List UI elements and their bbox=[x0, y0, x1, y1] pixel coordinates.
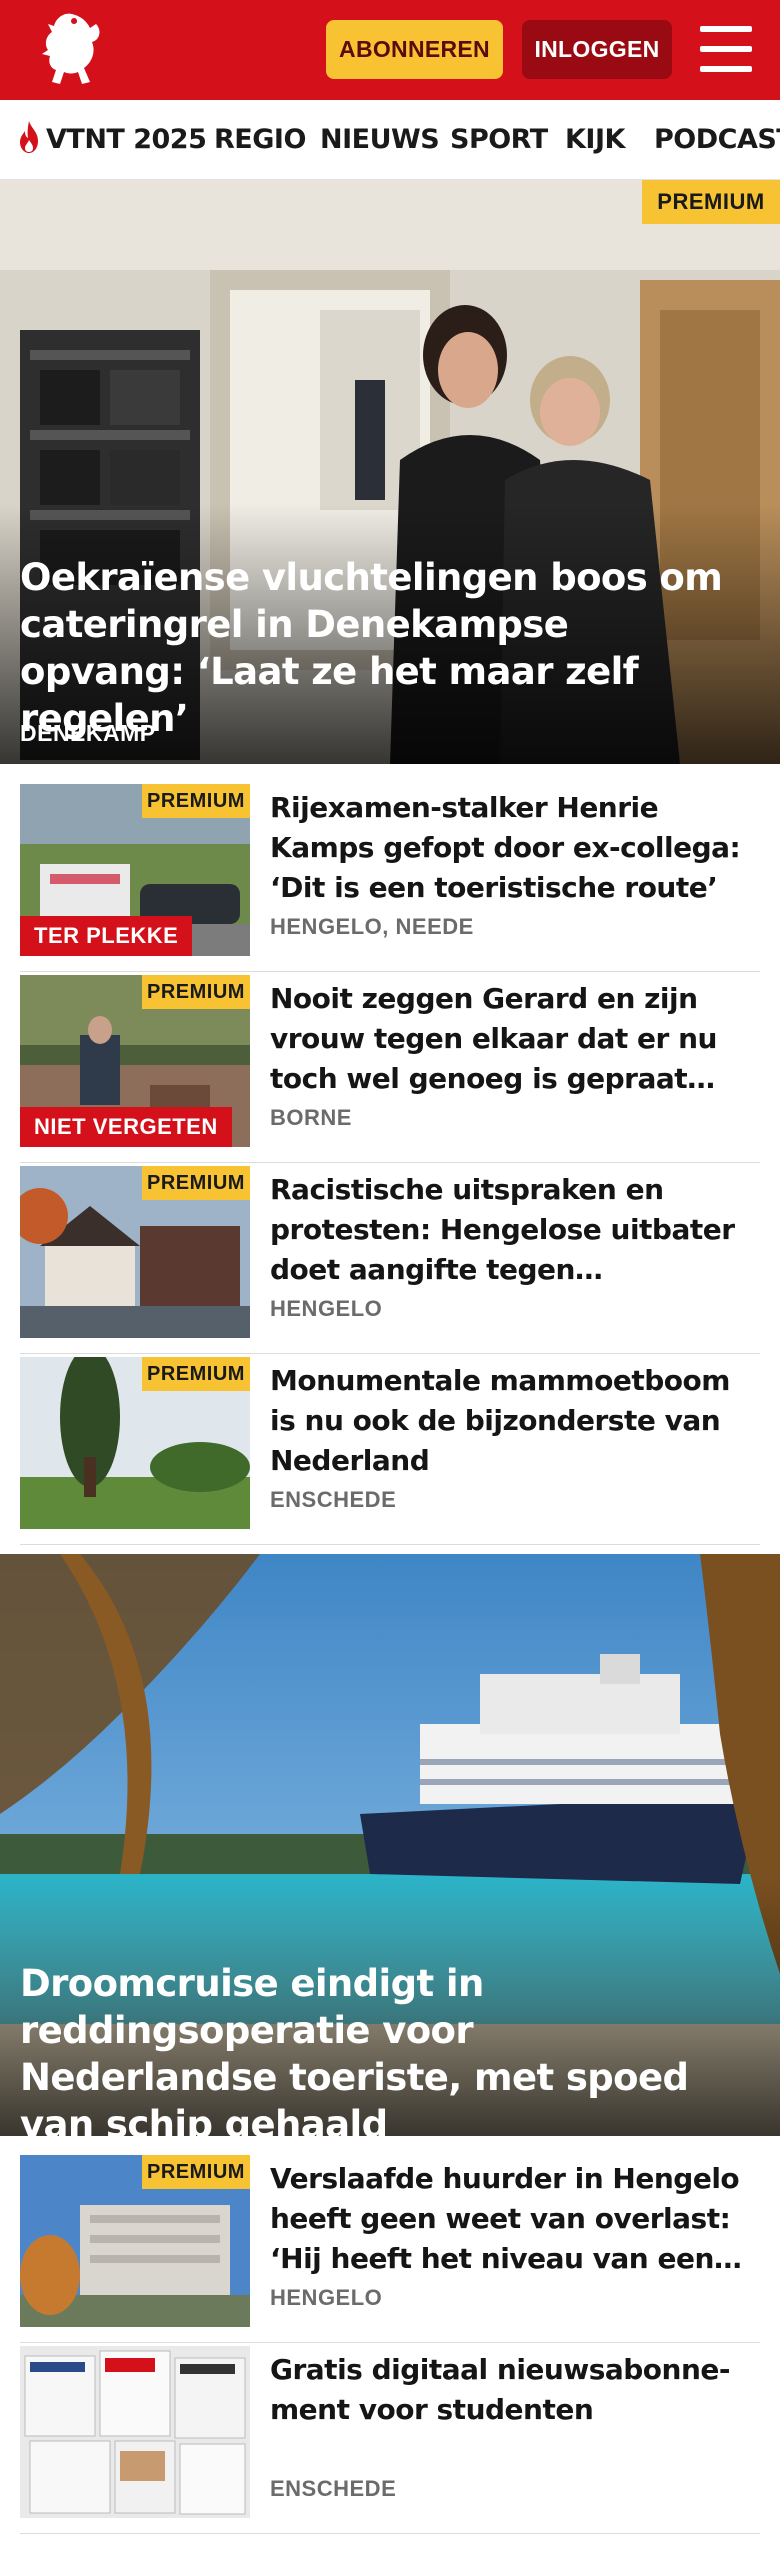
list-item[interactable]: PREMIUM Racistische uitspraken en protes… bbox=[20, 1166, 760, 1354]
article-title[interactable]: Verslaafde huurder in Hengelo heeft geen… bbox=[270, 2159, 755, 2279]
hero-location: DENEKAMP bbox=[20, 720, 156, 746]
list-item[interactable]: PREMIUM NIET VERGETEN Nooit zeggen Gerar… bbox=[20, 975, 760, 1163]
top-bar: ABONNEREN INLOGGEN bbox=[0, 0, 780, 100]
article-location: HENGELO bbox=[270, 2285, 383, 2310]
nav-item-podcast[interactable]: PODCAST bbox=[654, 120, 780, 160]
article-title[interactable]: Racistische uitspraken en protesten: Hen… bbox=[270, 1170, 755, 1290]
login-button[interactable]: INLOGGEN bbox=[522, 20, 672, 79]
article-location: HENGELO bbox=[270, 1296, 383, 1321]
article-thumbnail: PREMIUM bbox=[20, 1357, 250, 1529]
hero-article-top[interactable]: PREMIUM Oekraïense vluchtelingen boos om… bbox=[0, 180, 780, 764]
article-thumbnail bbox=[20, 2346, 250, 2518]
premium-badge: PREMIUM bbox=[142, 784, 250, 818]
article-title[interactable]: Gratis digitaal nieuwsabonne­ment voor s… bbox=[270, 2350, 755, 2430]
premium-badge: PREMIUM bbox=[142, 975, 250, 1009]
article-location: HENGELO, NEEDE bbox=[270, 914, 474, 939]
nav-item-regio[interactable]: REGIO bbox=[214, 120, 306, 160]
category-label: NIET VERGETEN bbox=[20, 1107, 232, 1147]
list-item[interactable]: PREMIUM Verslaafde huurder in Hengelo he… bbox=[20, 2155, 760, 2343]
category-label: TER PLEKKE bbox=[20, 916, 193, 956]
premium-badge: PREMIUM bbox=[142, 1357, 250, 1391]
nav-item-kijk[interactable]: KIJK bbox=[565, 120, 625, 160]
article-location: ENSCHEDE bbox=[270, 1487, 397, 1512]
article-location: ENSCHEDE bbox=[270, 2476, 397, 2501]
premium-badge: PREMIUM bbox=[642, 180, 780, 224]
premium-badge: PREMIUM bbox=[142, 2155, 250, 2189]
nav-label-vtnt: VTNT 2025 bbox=[46, 124, 207, 155]
article-thumbnail: PREMIUM bbox=[20, 1166, 250, 1338]
nav-item-sport[interactable]: SPORT bbox=[450, 120, 548, 160]
list-item[interactable]: PREMIUM Monumentale mammoetboom is nu oo… bbox=[20, 1357, 760, 1545]
article-location: BORNE bbox=[270, 1105, 352, 1130]
hero-title[interactable]: Oekraïense vluchtelingen boos om caterin… bbox=[20, 554, 740, 742]
hero-article-mid[interactable]: Droomcruise eindigt in reddingsope­ratie… bbox=[0, 1554, 780, 2136]
list-item[interactable]: PREMIUM TER PLEKKE Rijexamen-stalker Hen… bbox=[20, 784, 760, 972]
article-title[interactable]: Monumentale mammoetboom is nu ook de bij… bbox=[270, 1361, 755, 1481]
menu-icon[interactable] bbox=[700, 26, 752, 72]
section-nav: VTNT 2025 REGIO NIEUWS SPORT KIJK PODCAS… bbox=[0, 100, 780, 180]
hero-title[interactable]: Droomcruise eindigt in reddingsope­ratie… bbox=[20, 1960, 740, 2136]
subscribe-button[interactable]: ABONNEREN bbox=[326, 20, 503, 79]
article-thumbnail: PREMIUM TER PLEKKE bbox=[20, 784, 250, 956]
list-item[interactable]: Gratis digitaal nieuwsabonne­ment voor s… bbox=[20, 2346, 760, 2534]
premium-badge: PREMIUM bbox=[142, 1166, 250, 1200]
nav-item-vtnt[interactable]: VTNT 2025 bbox=[16, 120, 207, 160]
nav-item-nieuws[interactable]: NIEUWS bbox=[320, 120, 440, 160]
article-title[interactable]: Nooit zeggen Gerard en zijn vrouw tegen … bbox=[270, 979, 755, 1099]
flame-icon bbox=[16, 120, 42, 154]
horse-logo-icon[interactable] bbox=[34, 10, 106, 90]
article-thumbnail: PREMIUM bbox=[20, 2155, 250, 2327]
article-title[interactable]: Rijexamen-stalker Henrie Kamps gefopt do… bbox=[270, 788, 755, 908]
article-thumbnail: PREMIUM NIET VERGETEN bbox=[20, 975, 250, 1147]
